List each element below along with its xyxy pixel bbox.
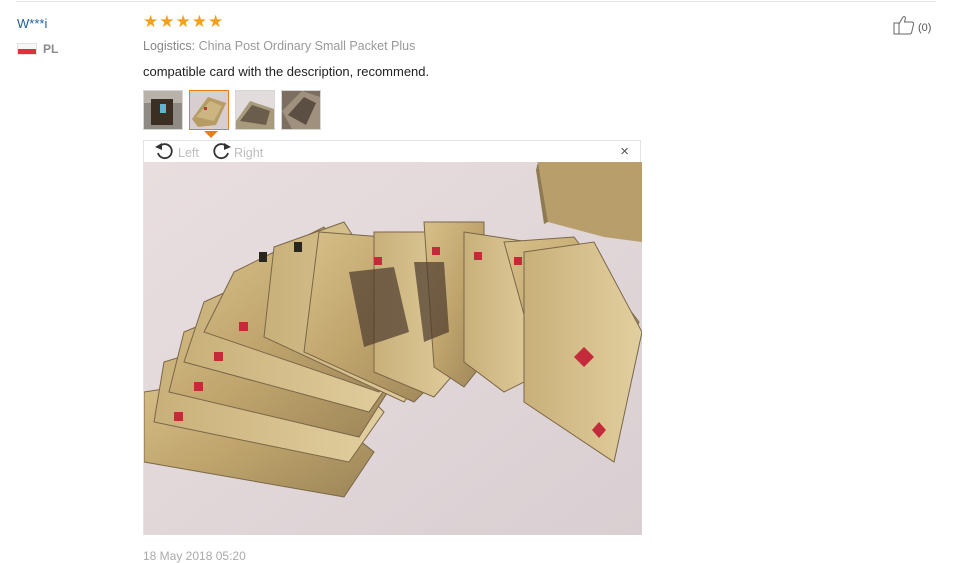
helpful-count: (0) bbox=[918, 21, 932, 34]
photo-thumbnail[interactable] bbox=[235, 90, 275, 130]
review-date: 18 May 2018 05:20 bbox=[143, 549, 246, 563]
poland-flag-icon bbox=[17, 43, 37, 55]
reviewer-country: PL bbox=[17, 42, 58, 56]
viewer-toolbar: Left Right × bbox=[144, 141, 640, 162]
country-code: PL bbox=[43, 42, 59, 56]
rotate-right-label: Right bbox=[234, 145, 264, 160]
photo-thumbnail-selected[interactable] bbox=[189, 90, 229, 130]
thumbs-up-icon bbox=[893, 15, 915, 40]
photo-viewer: Left Right × bbox=[143, 140, 642, 535]
top-divider bbox=[16, 1, 936, 2]
star-icon: ★ bbox=[143, 12, 159, 31]
logistics-label: Logistics: bbox=[143, 39, 196, 53]
review-photo bbox=[144, 162, 642, 535]
reviewer-name[interactable]: W***i bbox=[17, 16, 47, 31]
rotate-left-button[interactable]: Left bbox=[154, 142, 199, 163]
selected-thumbnail-pointer bbox=[204, 131, 218, 138]
star-icon: ★ bbox=[159, 12, 175, 31]
star-icon: ★ bbox=[191, 12, 207, 31]
rotate-left-label: Left bbox=[178, 145, 199, 160]
logistics-value: China Post Ordinary Small Packet Plus bbox=[198, 39, 416, 53]
star-icon: ★ bbox=[175, 12, 191, 31]
photo-thumbnail[interactable] bbox=[281, 90, 321, 130]
logistics-info: Logistics: China Post Ordinary Small Pac… bbox=[143, 39, 415, 53]
review-text: compatible card with the description, re… bbox=[143, 64, 430, 79]
photo-thumbnail[interactable] bbox=[143, 90, 183, 130]
star-rating: ★ ★ ★ ★ ★ bbox=[143, 13, 223, 31]
photo-thumbnails bbox=[143, 90, 321, 130]
helpful-button[interactable]: (0) bbox=[893, 15, 931, 40]
star-icon: ★ bbox=[208, 12, 224, 31]
close-viewer-button[interactable]: × bbox=[620, 144, 629, 159]
rotate-right-button[interactable]: Right bbox=[210, 142, 263, 163]
rotate-left-icon bbox=[154, 142, 176, 163]
rotate-right-icon bbox=[210, 142, 232, 163]
